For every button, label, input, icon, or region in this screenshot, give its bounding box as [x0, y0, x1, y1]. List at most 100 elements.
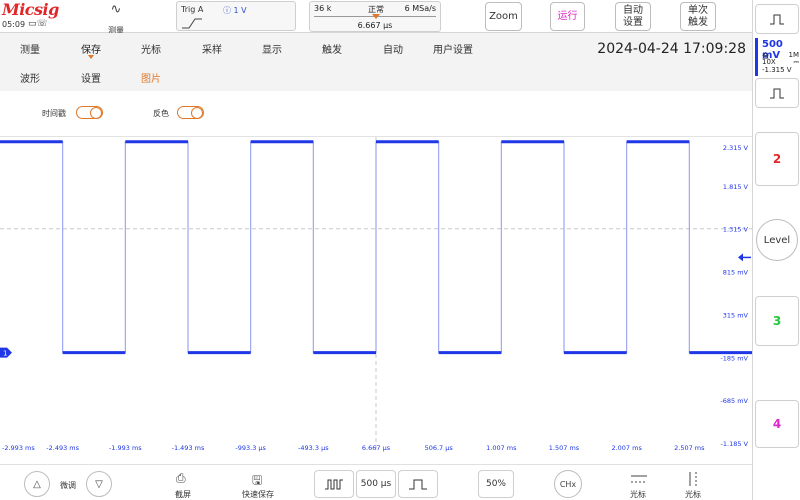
timebase-decrease-button[interactable]: [314, 470, 354, 498]
x-tick-label: -493.3 μs: [298, 444, 329, 452]
toggle-knob: [191, 106, 203, 119]
ch3-label: 3: [772, 314, 782, 328]
submenu-settings[interactable]: 设置: [81, 70, 101, 85]
x-tick-label: -1.493 ms: [172, 444, 205, 452]
pulse-icon: [770, 88, 784, 99]
menu-display[interactable]: 显示: [262, 41, 282, 56]
timebase-increase-button[interactable]: [398, 470, 438, 498]
picture-options: 时间戳 反色: [0, 91, 752, 137]
horizontal-cursor-icon[interactable]: [630, 472, 648, 486]
sine-wave-icon: ∿: [110, 2, 122, 17]
compress-wave-icon: [325, 479, 343, 490]
run-button[interactable]: 运行: [550, 2, 585, 31]
y-tick-label: -185 mV: [720, 354, 748, 362]
channel-3-button[interactable]: 3: [755, 296, 799, 346]
square-wave-icon: [770, 14, 784, 25]
menu-measure[interactable]: 测量: [20, 41, 40, 56]
x-tick-label: 1.507 ms: [549, 444, 580, 452]
measure-button[interactable]: ∿ 测量: [100, 2, 132, 35]
oscilloscope-app: Micsig 05:09 ▭☏ ∿ 测量 Trig A ⓘ 1 V 36 k 正…: [0, 0, 800, 500]
screenshot-label[interactable]: 截屏: [175, 489, 191, 500]
single-trigger-button[interactable]: 单次 触发: [680, 2, 716, 31]
trigger-panel[interactable]: Trig A ⓘ 1 V: [176, 1, 296, 31]
waveform-display[interactable]: 2.315 V 1.815 V 1.315 V 815 mV 315 mV -185 mV…: [0, 137, 752, 452]
horizontal-position: 6.667 μs: [357, 21, 393, 30]
date-time: 2024-04-24 17:09:28: [597, 41, 746, 57]
cursor-h-label[interactable]: 光标: [630, 489, 646, 500]
toggle-knob: [90, 106, 102, 119]
waveform-chart: 2.315 V 1.815 V 1.315 V 815 mV 315 mV -185 mV…: [0, 137, 752, 452]
right-panel: 500 mV 全 1M 10X ⎓ -1.315 V 2 Level 3 4: [752, 0, 800, 500]
fine-down-button[interactable]: ▽: [86, 471, 112, 497]
channel-2-button[interactable]: 2: [755, 132, 799, 186]
ch1-waveform-button[interactable]: [755, 4, 799, 34]
triangle-up-icon: △: [33, 478, 41, 490]
quick-save-label[interactable]: 快速保存: [242, 489, 274, 500]
top-bar: Micsig 05:09 ▭☏ ∿ 测量 Trig A ⓘ 1 V 36 k 正…: [0, 0, 800, 35]
fine-up-button[interactable]: △: [24, 471, 50, 497]
x-tick-label: 2.007 ms: [611, 444, 642, 452]
channel-4-button[interactable]: 4: [755, 400, 799, 448]
camera-icon[interactable]: ⎙: [176, 471, 186, 486]
x-tick-label: 2.507 ms: [674, 444, 705, 452]
x-tick-label: -993.3 μs: [235, 444, 266, 452]
cursor-v-label[interactable]: 光标: [685, 489, 701, 500]
rising-edge-icon: [182, 18, 202, 29]
menu-row-top: 测量 保存 光标 采样 显示 触发 自动 用户设置 2024-04-24 17:…: [0, 33, 752, 60]
trigger-level: ⓘ 1 V: [223, 6, 247, 15]
x-tick-label: -1.993 ms: [109, 444, 142, 452]
level-knob-button[interactable]: Level: [756, 219, 798, 261]
y-tick-label: 315 mV: [723, 311, 749, 319]
ch1-measure-button[interactable]: [755, 78, 799, 108]
y-tick-label: -685 mV: [720, 397, 748, 405]
sample-rate: 6 MSa/s: [404, 4, 436, 13]
channel-1-info[interactable]: 500 mV 全 1M 10X ⎓ -1.315 V: [755, 38, 800, 76]
menu-auto[interactable]: 自动: [383, 41, 403, 56]
timestamp-toggle[interactable]: [76, 106, 103, 119]
x-tick-label: 6.667 μs: [362, 444, 391, 452]
trigger-50-percent-button[interactable]: 50%: [478, 470, 514, 498]
single-label-1: 单次: [688, 4, 708, 16]
y-tick-label: 1.815 V: [723, 183, 749, 191]
ch1-marker-label: 1: [3, 350, 7, 358]
memory-depth: 36 k: [314, 4, 332, 13]
x-tick-label: 506.7 μs: [425, 444, 454, 452]
auto-label-2: 设置: [623, 16, 643, 28]
vertical-cursor-icon[interactable]: [686, 471, 700, 487]
y-tick-label: 815 mV: [723, 269, 749, 277]
x-tick-label: -2.493 ms: [46, 444, 79, 452]
auto-setup-button[interactable]: 自动 设置: [615, 2, 651, 31]
main-menu: 测量 保存 光标 采样 显示 触发 自动 用户设置 2024-04-24 17:…: [0, 33, 752, 91]
dc-coupling-icon: ⎓: [793, 58, 799, 66]
clock: 05:09: [2, 20, 26, 29]
invert-color-toggle[interactable]: [177, 106, 204, 119]
menu-user-settings[interactable]: 用户设置: [433, 41, 473, 56]
y-tick-label: 1.315 V: [723, 226, 749, 234]
bottom-bar: △ 微调 ▽ ⎙ 截屏 🖫 快速保存 500 μs 50% CHx 光标 光标: [0, 464, 752, 500]
ch4-label: 4: [772, 417, 782, 431]
ch1-probe: 10X: [762, 58, 776, 66]
y-tick-label: 2.315 V: [723, 144, 749, 152]
acquisition-panel[interactable]: 36 k 正常 6 MSa/s 6.667 μs: [309, 1, 441, 32]
menu-trigger[interactable]: 触发: [322, 41, 342, 56]
trigger-level-arrow: [738, 253, 743, 262]
auto-label-1: 自动: [623, 4, 643, 16]
y-tick-label: -1.185 V: [721, 440, 749, 448]
channel-select-button[interactable]: CHx: [554, 470, 582, 498]
zoom-button[interactable]: Zoom: [485, 2, 522, 31]
single-label-2: 触发: [688, 16, 708, 28]
timestamp-label: 时间戳: [42, 109, 66, 118]
x-tick-label: -2.993 ms: [2, 444, 35, 452]
status-icons: ▭☏: [28, 19, 48, 29]
menu-save[interactable]: 保存: [81, 41, 101, 59]
invert-label: 反色: [153, 109, 169, 118]
menu-cursor[interactable]: 光标: [141, 41, 161, 56]
triangle-down-icon: ▽: [95, 478, 103, 490]
menu-acquire[interactable]: 采样: [202, 41, 222, 56]
timebase-value[interactable]: 500 μs: [356, 470, 396, 498]
submenu-waveform[interactable]: 波形: [20, 70, 40, 85]
trigger-label: Trig A: [181, 5, 204, 14]
submenu-picture[interactable]: 图片: [141, 70, 161, 85]
ch2-label: 2: [772, 152, 782, 166]
expand-wave-icon: [409, 479, 427, 490]
